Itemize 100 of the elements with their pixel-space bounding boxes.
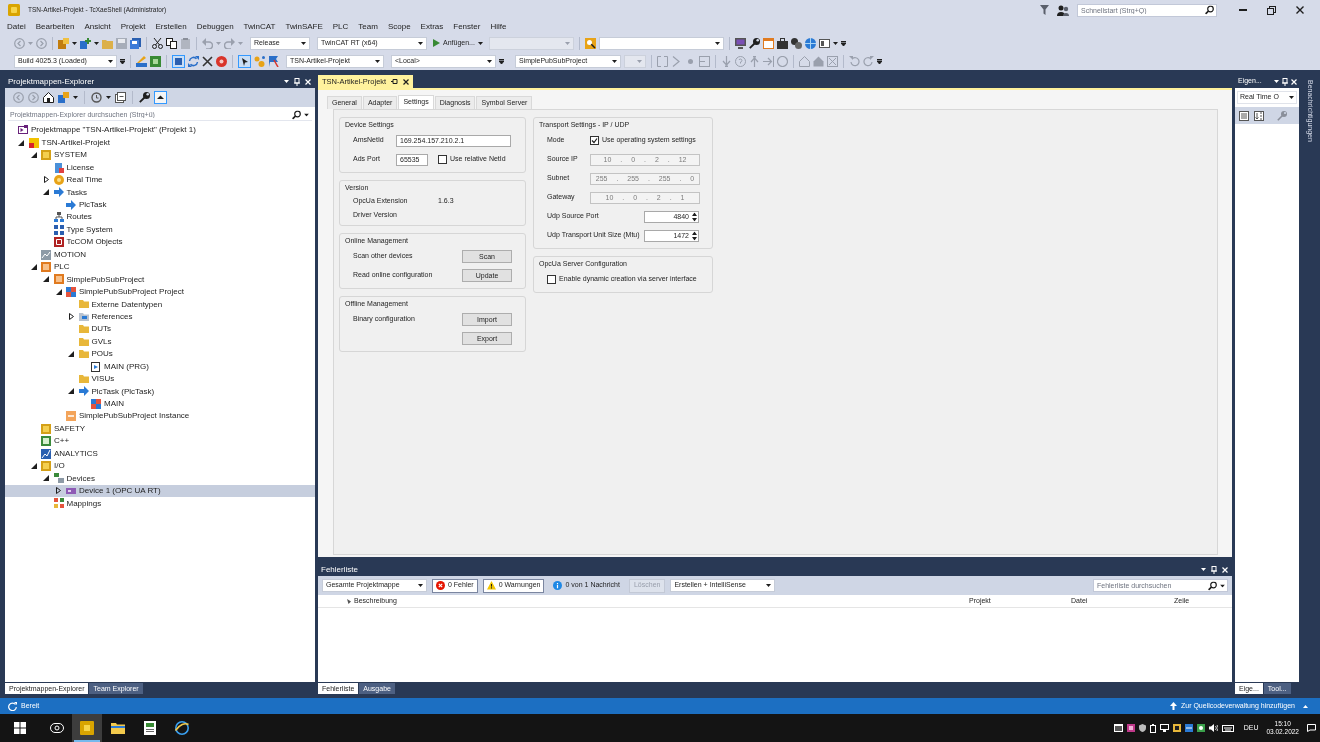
expanded-icon[interactable] [55, 288, 62, 295]
tree-item[interactable]: License [40, 161, 97, 174]
menu-item[interactable]: TwinSAFE [280, 20, 328, 34]
app-icon[interactable] [1126, 724, 1135, 732]
pin-icon[interactable] [1282, 77, 1288, 86]
tree-item[interactable]: TcCOM Objects [40, 235, 125, 249]
app-icon[interactable] [1172, 724, 1181, 732]
tree-item[interactable]: Mappings [40, 497, 104, 510]
app-icon[interactable] [1184, 724, 1193, 732]
cut-icon[interactable] [152, 37, 163, 49]
expanded-icon[interactable] [30, 152, 37, 159]
tree-item[interactable]: MOTION [28, 248, 88, 261]
menu-item[interactable]: TwinCAT [238, 20, 281, 34]
menu-item[interactable]: Ansicht [79, 20, 116, 34]
task-view-icon[interactable] [50, 723, 64, 733]
caret-icon[interactable] [1274, 80, 1279, 83]
pin-icon[interactable] [1211, 565, 1217, 574]
tree-item[interactable]: VISUs [65, 372, 117, 386]
expanded-icon[interactable] [43, 475, 49, 482]
app-icon[interactable] [1196, 724, 1205, 732]
caret-icon[interactable] [72, 41, 77, 45]
frame-icon[interactable] [150, 55, 161, 67]
filter-icon[interactable] [1040, 5, 1049, 15]
tree-item[interactable]: Projektmappe "TSN-Artikel-Projekt" (Projekt 1) [5, 124, 198, 137]
checkbox[interactable] [438, 155, 447, 164]
briefcase-icon[interactable] [776, 37, 788, 49]
spinner-arrows-icon[interactable] [692, 231, 697, 240]
windows-logo-icon[interactable] [14, 722, 26, 734]
search-icon[interactable] [292, 110, 301, 119]
tree-item[interactable]: References [65, 310, 135, 323]
tree-item[interactable]: Device 1 (OPC UA RT) [5, 484, 315, 498]
home-icon[interactable] [43, 92, 54, 103]
menu-item[interactable]: Team [353, 20, 383, 34]
shield-icon[interactable] [1138, 724, 1146, 732]
tree-item[interactable]: Externe Datentypen [65, 298, 165, 311]
overflow-icon[interactable] [120, 58, 125, 64]
spinner-arrows-icon[interactable] [692, 212, 697, 221]
menu-item[interactable]: Datei [2, 20, 31, 34]
tree-item[interactable]: MAIN (PRG) [78, 360, 151, 373]
monitor-icon[interactable] [1159, 724, 1169, 732]
key-icon[interactable] [139, 92, 150, 103]
tree-item[interactable]: Routes [40, 211, 94, 224]
tree-item[interactable]: MAIN [78, 397, 126, 411]
collapsed-icon[interactable] [56, 487, 61, 495]
tree-item[interactable]: ANALYTICS [28, 447, 100, 460]
restore-icon[interactable] [1267, 5, 1276, 15]
tree-item[interactable]: PlcTask (PlcTask) [65, 385, 157, 398]
copy-icon[interactable] [166, 37, 177, 49]
tree-item[interactable]: POUs [65, 347, 115, 361]
tree-item[interactable]: DUTs [65, 323, 114, 336]
tree-item[interactable]: TSN-Artikel-Projekt [15, 136, 112, 149]
dots-icon[interactable] [254, 55, 265, 67]
expanded-icon[interactable] [68, 388, 74, 395]
caret-icon[interactable] [1201, 568, 1206, 571]
collapsed-icon[interactable] [43, 176, 49, 184]
expanded-icon[interactable] [43, 276, 49, 283]
document-icon[interactable] [143, 721, 157, 735]
menu-item[interactable]: Projekt [115, 20, 151, 34]
tree-item[interactable]: Real Time [40, 173, 105, 187]
collapse-all-icon[interactable] [115, 92, 126, 103]
key-icon[interactable] [748, 37, 760, 49]
expanded-icon[interactable] [18, 139, 24, 146]
caret-icon[interactable] [832, 41, 838, 45]
dropdown-field[interactable] [624, 54, 646, 68]
folder-icon[interactable] [111, 721, 125, 735]
menu-item[interactable]: Debuggen [191, 20, 239, 34]
tree-item[interactable]: I/O [28, 459, 67, 473]
menu-item[interactable]: Bearbeiten [30, 20, 80, 34]
expanded-icon[interactable] [30, 463, 37, 470]
find-icon[interactable] [584, 37, 596, 49]
caret-icon[interactable] [304, 113, 309, 116]
pin-icon[interactable] [294, 77, 300, 86]
menu-item[interactable]: Fenster [448, 20, 486, 34]
menu-item[interactable]: Erstellen [150, 20, 192, 34]
caret-icon[interactable] [1220, 584, 1225, 587]
caret-icon[interactable] [94, 41, 99, 45]
dropdown-field[interactable] [598, 36, 724, 50]
battery-icon[interactable] [1149, 723, 1156, 733]
checkbox[interactable] [590, 136, 599, 145]
tree-item[interactable]: GVLs [65, 335, 114, 348]
circles-icon[interactable] [790, 37, 802, 49]
tree-item[interactable]: PlcTask [53, 198, 109, 212]
squares-icon[interactable] [58, 92, 69, 103]
close-icon[interactable] [1296, 6, 1304, 14]
tree-item[interactable]: SimplePubSubProject Instance [53, 410, 192, 423]
list-icon[interactable] [1239, 110, 1249, 121]
caret-icon[interactable] [73, 96, 78, 99]
clock-icon[interactable] [91, 92, 102, 103]
people-icon[interactable] [1057, 4, 1069, 16]
pencil-icon[interactable] [136, 55, 147, 67]
keyboard-icon[interactable] [1221, 724, 1234, 732]
refresh-icon[interactable] [188, 55, 199, 67]
checkbox[interactable] [547, 275, 556, 284]
flag-icon[interactable] [268, 55, 279, 67]
menu-item[interactable]: PLC [327, 20, 354, 34]
browser-icon[interactable] [175, 721, 189, 735]
overflow-icon[interactable] [499, 58, 504, 64]
overflow-icon[interactable] [840, 40, 846, 46]
caret-icon[interactable] [284, 80, 289, 83]
tree-item[interactable]: SYSTEM [28, 148, 89, 162]
